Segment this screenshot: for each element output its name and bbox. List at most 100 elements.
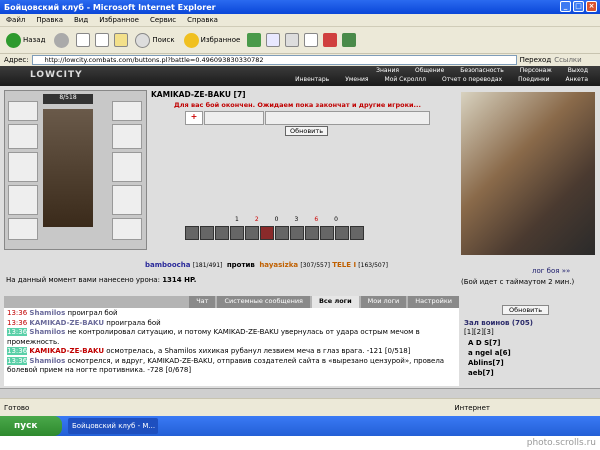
team1-hp: [181/491] bbox=[192, 262, 223, 269]
action-slot[interactable] bbox=[290, 226, 304, 240]
room-refresh-button[interactable]: Обновить bbox=[502, 305, 550, 315]
minimize-button[interactable]: _ bbox=[560, 1, 571, 12]
refresh-button[interactable]: Обновить bbox=[285, 126, 329, 136]
go-button[interactable]: Переход bbox=[520, 56, 552, 64]
team2-player[interactable]: hayasizka bbox=[259, 261, 298, 269]
mail-icon[interactable] bbox=[266, 33, 281, 47]
history-icon[interactable] bbox=[247, 33, 262, 47]
nav-communication[interactable]: Общение bbox=[407, 67, 452, 74]
equip-slot-earrings[interactable] bbox=[112, 101, 142, 121]
team1-player[interactable]: bamboocha bbox=[145, 261, 191, 269]
equip-slot-gloves[interactable] bbox=[8, 124, 38, 149]
action-slot[interactable] bbox=[350, 226, 364, 240]
action-slot[interactable] bbox=[305, 226, 319, 240]
equip-slot-boots[interactable] bbox=[112, 218, 142, 240]
game-area: LOWCITY Знания Общение Безопасность Перс… bbox=[0, 66, 600, 398]
watermark: photo.scrolls.ru bbox=[0, 436, 600, 450]
action-slot[interactable] bbox=[200, 226, 214, 240]
equip-slot-rings[interactable] bbox=[112, 124, 142, 149]
team2-player-2[interactable]: TELE I bbox=[332, 261, 356, 269]
forward-button[interactable] bbox=[52, 30, 71, 50]
action-slot[interactable] bbox=[260, 226, 274, 240]
maximize-button[interactable]: □ bbox=[573, 1, 584, 12]
nav-bottom: Инвентарь Умения Мой Скроллл Отчет о пер… bbox=[287, 76, 596, 83]
zone-indicator: Интернет bbox=[454, 403, 490, 412]
forward-arrow-icon bbox=[54, 32, 70, 48]
tab-all-logs[interactable]: Все логи bbox=[311, 296, 359, 308]
nav-transfers[interactable]: Отчет о переводах bbox=[434, 76, 510, 83]
start-button[interactable]: пуск bbox=[0, 416, 62, 436]
log-entry: 13:36 KAMIKAD-ZE-BAKU осмотрелась, а Sha… bbox=[7, 347, 411, 355]
tab-settings[interactable]: Настройки bbox=[408, 296, 459, 308]
action-slot[interactable] bbox=[245, 226, 259, 240]
action-slot[interactable] bbox=[275, 226, 289, 240]
opponent-name[interactable]: KAMIKAD-ZE-BAKU [7] bbox=[151, 90, 246, 99]
tab-chat[interactable]: Чат bbox=[189, 296, 216, 308]
menu-view[interactable]: Вид bbox=[74, 16, 88, 24]
back-arrow-icon bbox=[6, 32, 21, 48]
battle-timeout: (Бой идет с таймаутом 2 мин.) bbox=[461, 278, 575, 286]
nav-profile[interactable]: Анкета bbox=[557, 76, 596, 83]
list-item[interactable]: A D S[7] bbox=[468, 338, 511, 348]
search-button[interactable]: Поиск bbox=[133, 30, 176, 50]
stat-value: 6 bbox=[314, 216, 319, 223]
action-bar bbox=[185, 226, 435, 240]
home-icon[interactable] bbox=[114, 33, 129, 47]
list-item[interactable]: a ngel a[6] bbox=[468, 348, 511, 358]
equip-slot-belt[interactable] bbox=[8, 218, 38, 240]
favorites-button[interactable]: Избранное bbox=[182, 30, 243, 50]
back-button[interactable]: Назад bbox=[4, 30, 47, 50]
character-figure bbox=[43, 109, 93, 227]
menu-file[interactable]: Файл bbox=[6, 16, 25, 24]
battle-log: 13:36 Shamilos проиграл бой 13:36 KAMIKA… bbox=[4, 308, 459, 386]
equip-slot-weapon[interactable] bbox=[8, 152, 38, 182]
address-input[interactable] bbox=[31, 55, 517, 65]
damage-value: 1314 HP. bbox=[162, 276, 197, 284]
print-icon[interactable] bbox=[285, 33, 300, 47]
game-bottom-bar bbox=[0, 388, 600, 398]
menu-edit[interactable]: Правка bbox=[36, 16, 63, 24]
action-slot[interactable] bbox=[230, 226, 244, 240]
address-label: Адрес: bbox=[4, 56, 29, 64]
equip-slot-helm[interactable] bbox=[8, 101, 38, 121]
chat-tabs: Чат Системные сообщения Все логи Мои лог… bbox=[4, 296, 459, 308]
browser-toolbar: Назад Поиск Избранное bbox=[0, 27, 600, 54]
nav-scroll[interactable]: Мой Скроллл bbox=[377, 76, 434, 83]
opponent-portrait bbox=[461, 92, 595, 255]
tools-icon[interactable] bbox=[342, 33, 357, 47]
room-pages[interactable]: [1][2][3] bbox=[464, 328, 494, 336]
game-logo: LOWCITY bbox=[30, 70, 83, 80]
tab-my-logs[interactable]: Мои логи bbox=[360, 296, 407, 308]
nav-knowledge[interactable]: Знания bbox=[368, 67, 407, 74]
taskbar-item[interactable]: Бойцовский клуб - M... bbox=[68, 418, 158, 434]
action-slot[interactable] bbox=[185, 226, 199, 240]
close-button[interactable]: × bbox=[586, 1, 597, 12]
equip-slot-shield[interactable] bbox=[112, 152, 142, 182]
menu-favorites[interactable]: Избранное bbox=[99, 16, 139, 24]
action-slot[interactable] bbox=[335, 226, 349, 240]
nav-inventory[interactable]: Инвентарь bbox=[287, 76, 337, 83]
list-item[interactable]: Ablins[7] bbox=[468, 358, 511, 368]
equip-slot-armor[interactable] bbox=[8, 185, 38, 215]
plus-icon[interactable]: + bbox=[185, 111, 203, 125]
action-slot[interactable] bbox=[320, 226, 334, 240]
edit-icon[interactable] bbox=[304, 33, 319, 47]
action-slot[interactable] bbox=[215, 226, 229, 240]
refresh-icon[interactable] bbox=[95, 33, 110, 47]
list-item[interactable]: aeb[7] bbox=[468, 368, 511, 378]
nav-security[interactable]: Безопасность bbox=[452, 67, 512, 74]
nav-exit[interactable]: Выход bbox=[560, 67, 596, 74]
menu-tools[interactable]: Сервис bbox=[150, 16, 176, 24]
nav-fights[interactable]: Поединки bbox=[510, 76, 557, 83]
menu-help[interactable]: Справка bbox=[187, 16, 218, 24]
nav-character[interactable]: Персонаж bbox=[512, 67, 560, 74]
battle-log-link[interactable]: лог боя »» bbox=[532, 267, 570, 275]
window-titlebar: Бойцовский клуб - Microsoft Internet Exp… bbox=[0, 0, 600, 14]
tab-system[interactable]: Системные сообщения bbox=[217, 296, 310, 308]
links-label[interactable]: Ссылки bbox=[554, 56, 582, 64]
equip-slot-legs[interactable] bbox=[112, 185, 142, 215]
stat-value: 3 bbox=[294, 216, 299, 223]
nav-skills[interactable]: Умения bbox=[337, 76, 376, 83]
messenger-icon[interactable] bbox=[323, 33, 338, 47]
stop-icon[interactable] bbox=[76, 33, 91, 47]
